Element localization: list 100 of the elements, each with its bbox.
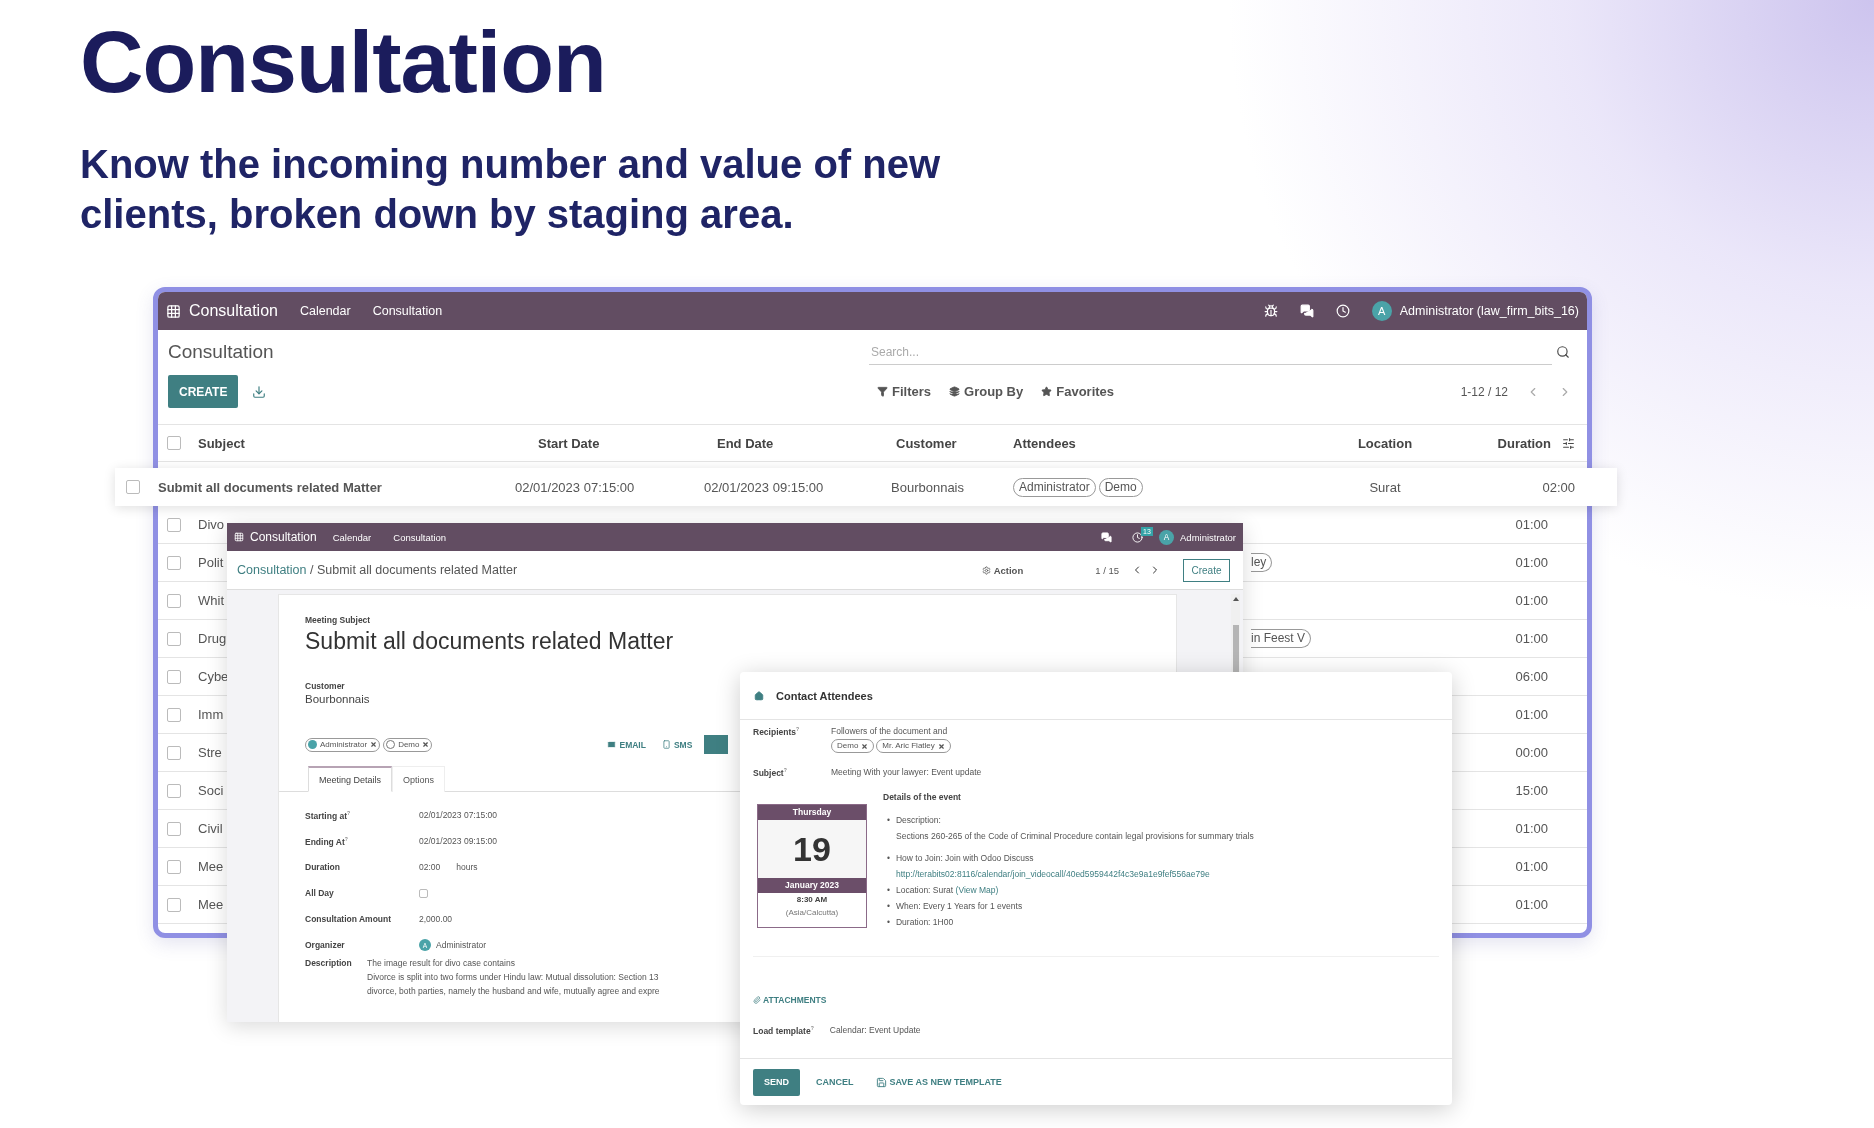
column-header[interactable]: Attendees: [1013, 435, 1076, 451]
table-cell: Bourbonnais: [891, 479, 964, 495]
table-cell: 02/01/2023 09:15:00: [704, 479, 824, 495]
contact-link[interactable]: SMS: [661, 739, 693, 750]
table-cell: 01:00: [1515, 707, 1548, 722]
field-value: Administrator: [436, 940, 487, 950]
row-checkbox[interactable]: [167, 669, 181, 684]
column-settings-icon[interactable]: [1562, 436, 1575, 450]
tab[interactable]: Meeting Details: [308, 766, 393, 792]
remove-icon[interactable]: [422, 741, 430, 748]
bug-icon[interactable]: [1263, 304, 1278, 318]
menu-item[interactable]: Consultation: [393, 531, 447, 543]
detail-text: When: Every 1 Years for 1 events: [896, 899, 1023, 913]
bullet: •: [887, 883, 890, 897]
row-checkbox[interactable]: [167, 821, 181, 836]
column-header[interactable]: End Date: [717, 435, 774, 451]
field-value: Followers of the document and: [831, 726, 948, 736]
table-cell: Drug: [198, 631, 227, 646]
page-heading: Consultation: [80, 14, 607, 111]
checkbox[interactable]: [419, 888, 428, 898]
cancel-button[interactable]: CANCEL: [810, 1077, 860, 1087]
filter-menu[interactable]: Filters: [877, 384, 931, 399]
page-title: Consultation: [168, 341, 275, 363]
row-checkbox[interactable]: [167, 631, 181, 646]
send-button[interactable]: SEND: [753, 1068, 800, 1096]
chat-icon[interactable]: [1299, 304, 1314, 318]
row-checkbox[interactable]: [167, 517, 181, 532]
field-label: Recipients$^{?}$: [753, 726, 801, 737]
search-field[interactable]: Search...: [869, 339, 1552, 365]
download-icon[interactable]: [252, 384, 267, 399]
breadcrumb-link[interactable]: Consultation: [237, 563, 307, 577]
select-all-checkbox[interactable]: [167, 436, 181, 450]
table-cell: Divo: [198, 517, 224, 532]
table-cell: 01:00: [1515, 631, 1548, 646]
field-label: Consultation Amount: [305, 914, 393, 924]
app-name: Consultation: [250, 530, 317, 544]
attachments-button[interactable]: ATTACHMENTS: [753, 994, 827, 1005]
field-label: Customer: [305, 681, 345, 691]
remove-icon[interactable]: [937, 742, 945, 750]
join-link[interactable]: http://terabits02:8116/calendar/join_videocall/40ed5959442f4c3e9a1e9fef556ae79e: [896, 865, 1210, 882]
user-menu[interactable]: Administrator (law_firm_bits_16): [1399, 304, 1579, 318]
field-value: 02:00: [419, 862, 441, 872]
row-checkbox[interactable]: [167, 593, 181, 608]
column-header[interactable]: Subject: [198, 435, 245, 451]
filter-menu[interactable]: Favorites: [1041, 384, 1115, 399]
table-cell: 01:00: [1515, 555, 1548, 570]
action-menu[interactable]: Action: [981, 564, 1024, 576]
phone-icon: [661, 740, 671, 749]
table-cell: Stre: [198, 745, 222, 760]
row-checkbox[interactable]: [167, 897, 181, 912]
filter-menu[interactable]: Group By: [949, 384, 1024, 399]
remove-icon[interactable]: [370, 741, 378, 748]
create-button[interactable]: CREATE: [168, 375, 239, 408]
record-title: Submit all documents related Matter: [305, 628, 674, 655]
create-button[interactable]: Create: [1183, 558, 1230, 582]
clock-icon[interactable]: [1335, 304, 1350, 318]
field-label: Load template$^{?}$: [753, 1024, 814, 1036]
row-checkbox[interactable]: [167, 745, 181, 760]
bullet: •: [887, 915, 890, 929]
column-header[interactable]: Duration: [1497, 435, 1551, 451]
field-label: Meeting Subject: [305, 615, 372, 625]
highlighted-row[interactable]: Submit all documents related Matter 02/01/2023 07:15:00 02/01/2023 09:15:00 Bourbonnais Administrator Demo Surat 02:00: [115, 468, 1617, 506]
layers-icon: [949, 386, 960, 397]
row-checkbox[interactable]: [167, 859, 181, 874]
table-cell: Mee: [198, 897, 224, 912]
table-cell: 01:00: [1515, 859, 1548, 874]
description-line: divorce, both parties, namely the husband and wife, mutually agree and expre: [367, 986, 661, 996]
table-cell: Whit: [198, 593, 224, 608]
table-cell: 02/01/2023 07:15:00: [515, 479, 635, 495]
menu-item[interactable]: Calendar: [332, 531, 372, 543]
toolbar-button[interactable]: [704, 735, 729, 754]
save-template-button[interactable]: SAVE AS NEW TEMPLATE: [869, 1076, 1008, 1088]
row-checkbox[interactable]: [125, 480, 140, 494]
column-header[interactable]: Start Date: [538, 435, 600, 451]
clock-icon[interactable]: [1132, 531, 1144, 543]
column-header[interactable]: Location: [1357, 435, 1413, 451]
dialog-title: Contact Attendees: [776, 689, 873, 702]
user-menu[interactable]: Administrator: [1180, 531, 1236, 543]
column-header[interactable]: Customer: [896, 435, 957, 451]
scroll-up-icon: [1232, 597, 1239, 601]
row-checkbox[interactable]: [167, 707, 181, 722]
table-cell: 06:00: [1515, 669, 1548, 684]
field-label: Duration: [305, 862, 341, 872]
apps-menu-icon[interactable]: [234, 532, 244, 542]
table-cell: 15:00: [1515, 783, 1548, 798]
menu-item[interactable]: Consultation: [372, 304, 443, 318]
apps-menu-icon[interactable]: [166, 303, 181, 319]
row-checkbox[interactable]: [167, 783, 181, 798]
chat-icon[interactable]: [1101, 531, 1113, 543]
field-label: Description: [305, 958, 353, 968]
row-checkbox[interactable]: [167, 555, 181, 570]
map-link[interactable]: (View Map): [955, 884, 999, 895]
contact-link[interactable]: EMAIL: [607, 739, 646, 750]
search-icon[interactable]: [1556, 345, 1570, 359]
table-cell: Surat: [1369, 479, 1401, 495]
tab[interactable]: Options: [392, 766, 446, 792]
breadcrumb: Consultation / Submit all documents related Matter: [237, 563, 518, 577]
gear-icon: [981, 565, 991, 575]
remove-icon[interactable]: [861, 742, 869, 750]
menu-item[interactable]: Calendar: [299, 304, 351, 318]
